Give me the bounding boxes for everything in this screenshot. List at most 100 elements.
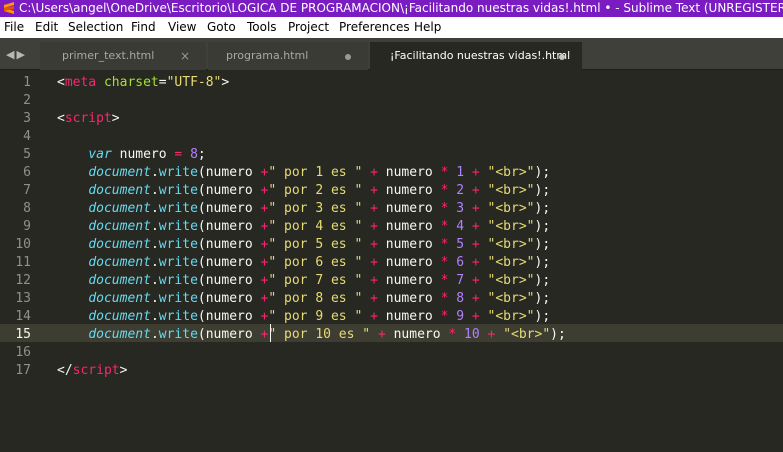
code-token: "<br>" (487, 291, 535, 306)
menu-preferences[interactable]: Preferences (339, 17, 410, 38)
code-token: document (88, 237, 151, 252)
code-token: 1 (456, 165, 465, 180)
tab-back-arrow-icon[interactable]: ◀ (6, 48, 16, 61)
code-token: numero (377, 201, 441, 216)
code-token: numero (377, 237, 441, 252)
code-token: + (370, 291, 378, 306)
tab-programa[interactable]: programa.html (208, 42, 368, 70)
code-token: write (158, 165, 198, 180)
code-token: document (88, 219, 151, 234)
code-token: " por 8 es " (268, 291, 363, 306)
menu-view[interactable]: View (168, 17, 196, 38)
code-token: + (370, 255, 378, 270)
code-token: ; (197, 147, 206, 162)
code-editor[interactable]: 1 2 3 4 5 6 7 8 9 10 11 12 13 14 15 16 17 <meta charset=… (0, 71, 783, 452)
code-token: 8 (190, 147, 198, 162)
menu-edit[interactable]: Edit (35, 17, 58, 38)
line-number: 9 (23, 219, 31, 234)
menu-find[interactable]: Find (131, 17, 156, 38)
code-token: meta (64, 75, 97, 90)
menu-help[interactable]: Help (414, 17, 441, 38)
tab-primer-text[interactable]: primer_text.html × (40, 42, 206, 70)
menu-tools[interactable]: Tools (247, 17, 277, 38)
code-token: write (158, 309, 198, 324)
code-line: <meta charset="UTF-8"> (57, 74, 229, 92)
code-token: " por 5 es " (268, 237, 363, 252)
line-number: 14 (15, 309, 31, 324)
code-token: " por 6 es " (268, 255, 363, 270)
code-line: document.write(numero + " por 9 es " + nu… (57, 308, 550, 326)
line-number: 4 (23, 129, 31, 144)
code-line: var numero = 8; (57, 146, 206, 164)
code-line: document.write(numero + " por 6 es " + nu… (57, 254, 550, 272)
line-number: 3 (23, 111, 31, 126)
code-token: . (150, 165, 159, 180)
menu-goto[interactable]: Goto (207, 17, 236, 38)
tab-label: primer_text.html (62, 49, 155, 62)
menu-bar: File Edit Selection Find View Goto Tools… (0, 17, 783, 38)
code-token: + (471, 237, 480, 252)
menu-project[interactable]: Project (288, 17, 329, 38)
tab-forward-arrow-icon[interactable]: ▶ (16, 48, 26, 61)
code-line: document.write(numero + " por 7 es " + nu… (57, 272, 550, 290)
line-number: 12 (15, 273, 31, 288)
code-token: numero (377, 273, 441, 288)
code-token: ); (534, 183, 551, 198)
code-token: ); (534, 201, 551, 216)
code-token: (numero (197, 255, 261, 270)
code-token: + (471, 183, 480, 198)
menu-file[interactable]: File (4, 17, 24, 38)
code-token: numero (377, 165, 441, 180)
code-token: (numero (197, 237, 261, 252)
code-token: + (471, 201, 480, 216)
tab-facilitando-nuestras-vidas[interactable]: ¡Facilitando nuestras vidas!.html (370, 42, 582, 70)
code-token: document (88, 255, 151, 270)
code-area[interactable]: <meta charset="UTF-8"> <script> var numer… (57, 71, 783, 452)
code-token: write (158, 273, 198, 288)
code-token: + (370, 165, 378, 180)
tab-label: programa.html (226, 49, 309, 62)
code-token: "<br>" (487, 273, 535, 288)
menu-selection[interactable]: Selection (68, 17, 123, 38)
code-token: > (119, 363, 128, 378)
code-token: (numero (197, 183, 261, 198)
line-number: 15 (15, 327, 31, 342)
line-number: 13 (15, 291, 31, 306)
code-line: document.write(numero + " por 2 es " + nu… (57, 182, 550, 200)
code-token: + (370, 309, 378, 324)
code-token: " por 2 es " (268, 183, 363, 198)
code-token: (numero (197, 327, 261, 342)
code-token: ); (534, 219, 551, 234)
code-token: ); (550, 327, 566, 342)
line-number: 10 (15, 237, 31, 252)
line-number: 2 (23, 93, 31, 108)
line-number-gutter: 1 2 3 4 5 6 7 8 9 10 11 12 13 14 15 16 17 (0, 71, 44, 452)
line-number: 7 (23, 183, 31, 198)
unsaved-dot-icon[interactable] (345, 54, 351, 60)
unsaved-dot-icon[interactable] (559, 54, 565, 60)
code-token: . (150, 309, 159, 324)
close-icon[interactable]: × (180, 42, 190, 70)
sublime-text-icon (4, 2, 14, 14)
